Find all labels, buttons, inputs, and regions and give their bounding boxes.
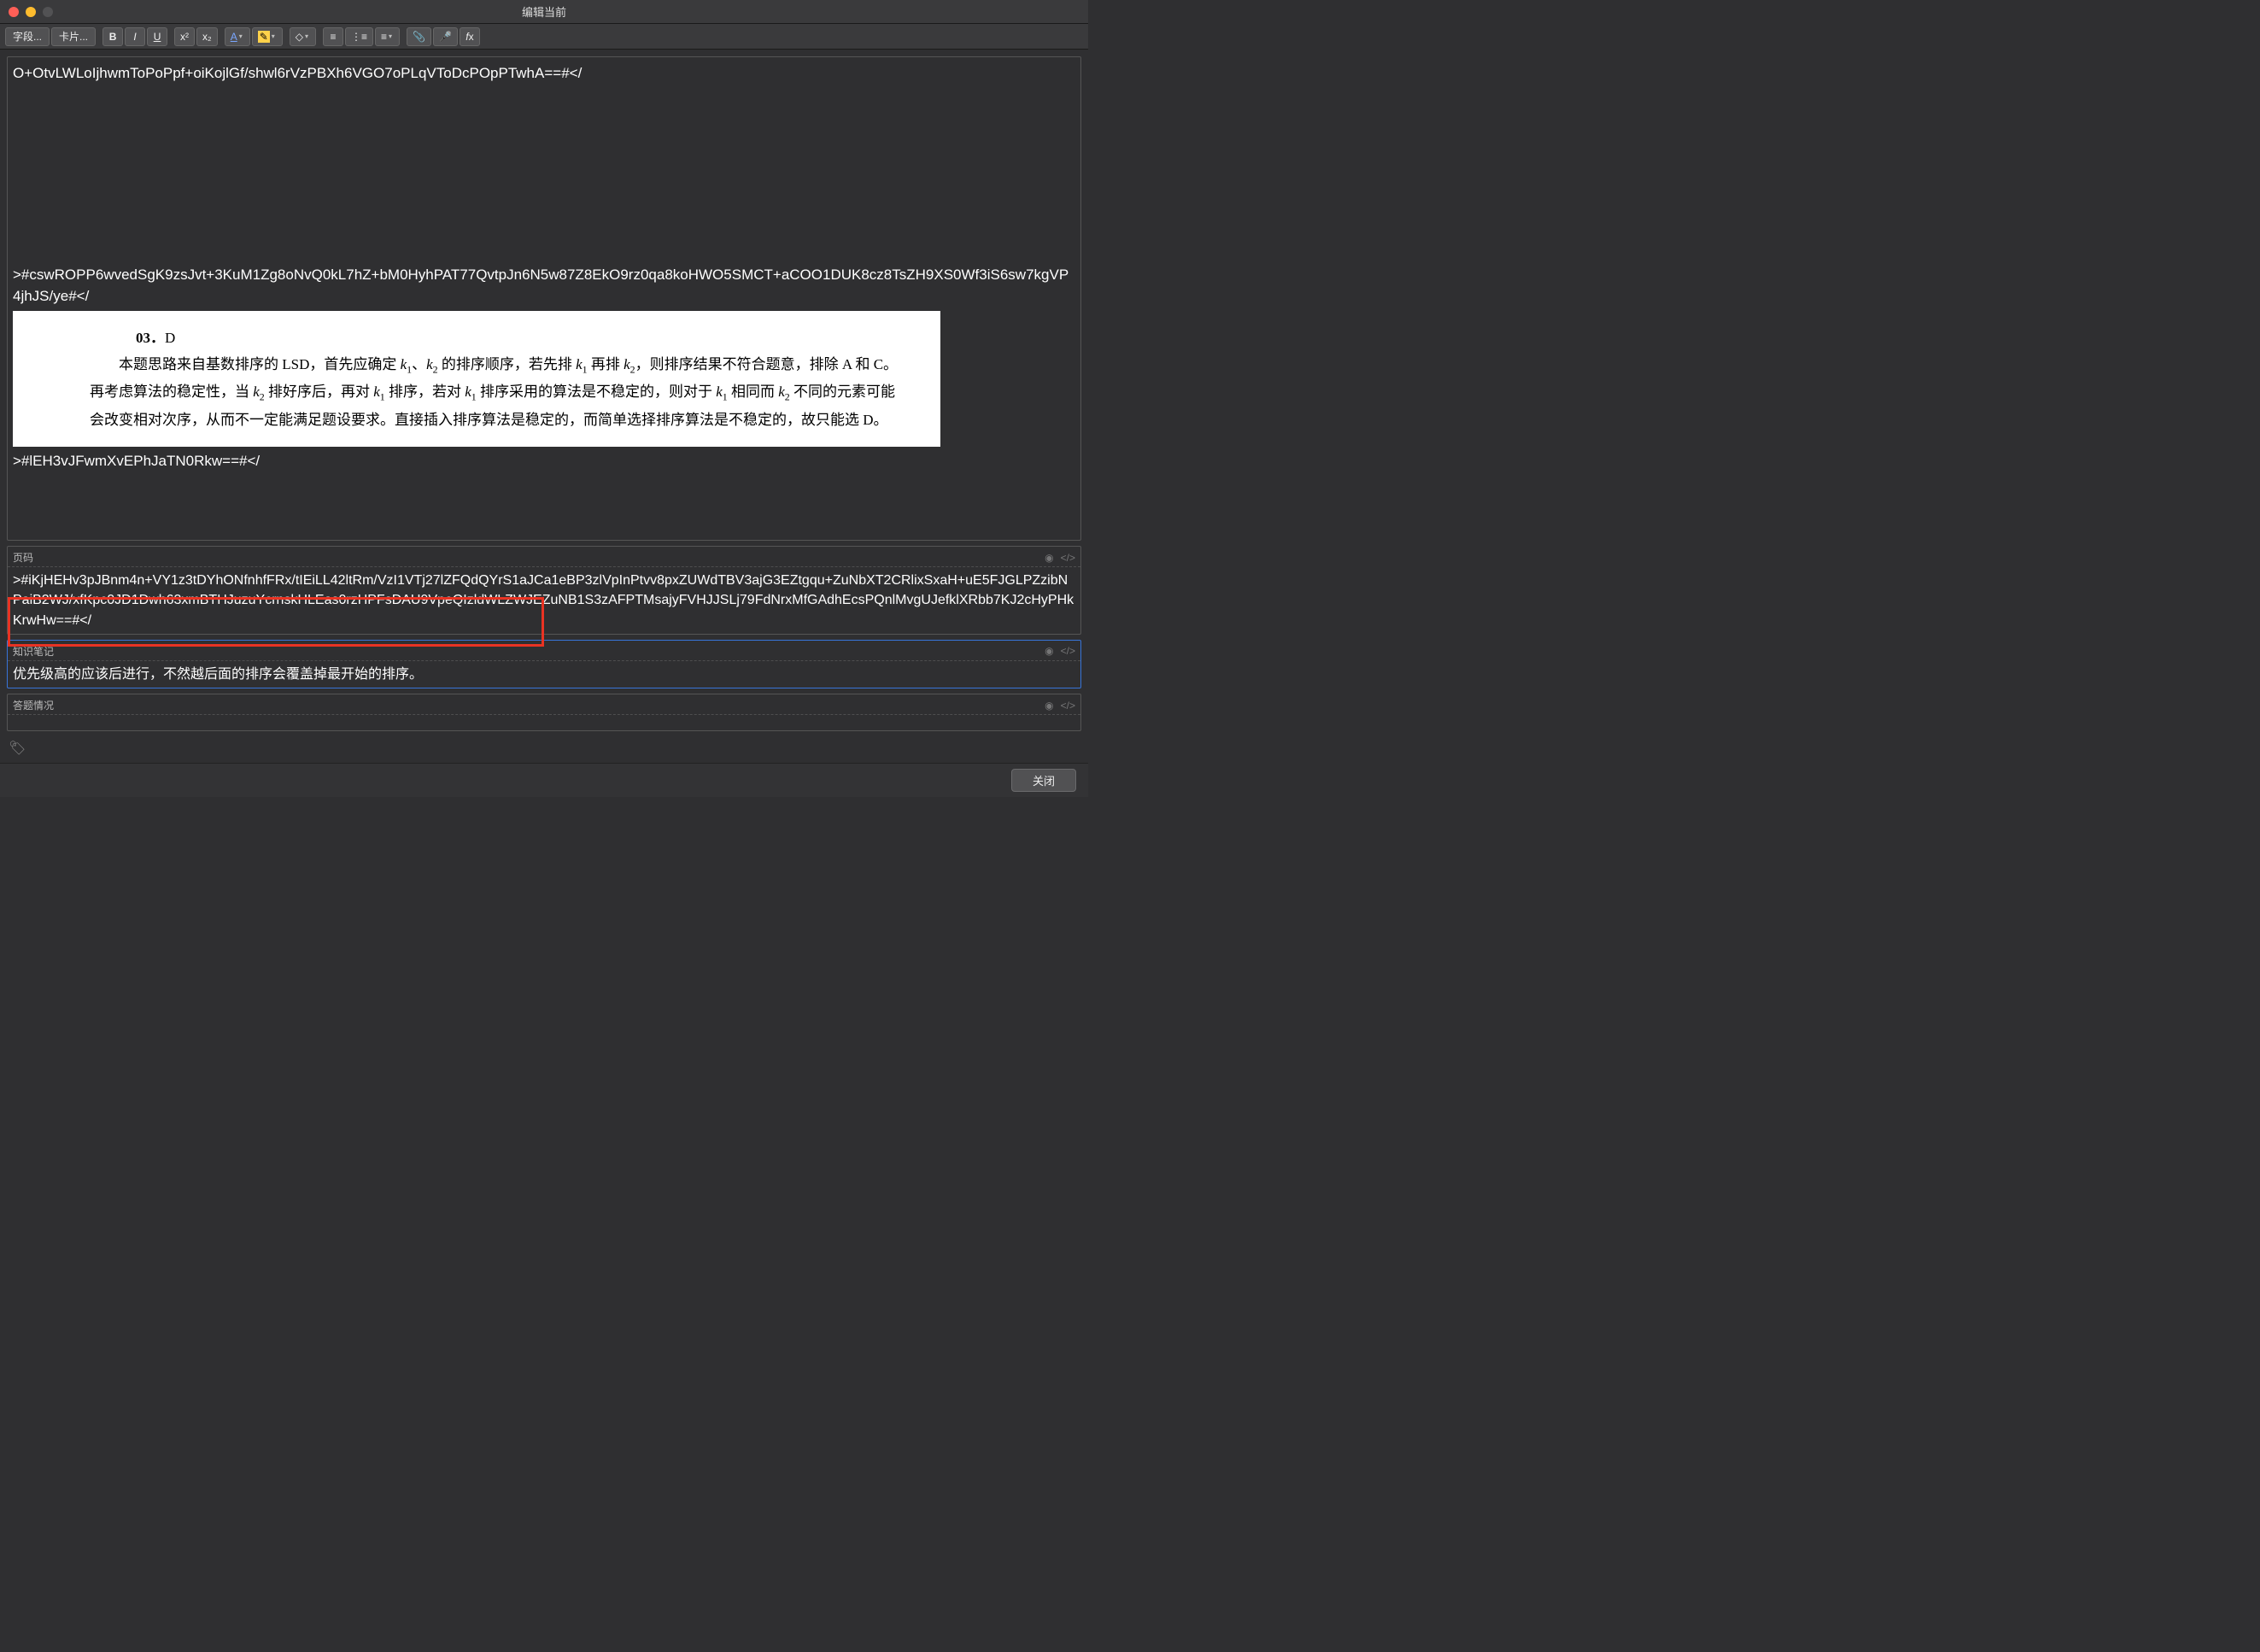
alignment-button[interactable]: ≡▾ <box>375 27 400 46</box>
minimize-window-button[interactable] <box>26 7 36 17</box>
microphone-icon: 🎤 <box>439 31 452 43</box>
content-area: O+OtvLWLoIjhwmToPoPpf+oiKojlGf/shwl6rVzP… <box>0 50 1088 764</box>
highlight-button[interactable]: ✎▾ <box>252 27 283 46</box>
notes-field[interactable]: 知识笔记 ◉ </> 优先级高的应该后进行，不然越后面的排序会覆盖掉最开始的排序… <box>7 640 1081 688</box>
paperclip-icon: 📎 <box>413 31 425 43</box>
numbered-list-icon: ⋮≡ <box>351 31 367 43</box>
hash-block-2: >#lEH3vJFwmXvEPhJaTN0Rkw==#</ <box>13 450 1075 472</box>
superscript-button[interactable]: x² <box>174 27 195 46</box>
underline-button[interactable]: U <box>147 27 167 46</box>
page-number-value[interactable]: >#iKjHEHv3pJBnm4n+VY1z3tDYhONfnhfFRx/tIE… <box>8 567 1080 634</box>
main-field[interactable]: O+OtvLWLoIjhwmToPoPpf+oiKojlGf/shwl6rVzP… <box>7 56 1081 541</box>
fx-icon: fx <box>465 31 473 43</box>
bold-button[interactable]: B <box>102 27 123 46</box>
code-icon[interactable]: </> <box>1061 700 1075 712</box>
question-answer: D <box>165 330 175 346</box>
eye-icon[interactable]: ◉ <box>1045 552 1053 564</box>
maximize-window-button[interactable] <box>43 7 53 17</box>
toolbar: 字段... 卡片... B I U x² x₂ A▾ ✎▾ ◇▾ ≡ ⋮≡ ≡▾… <box>0 24 1088 50</box>
tags-row[interactable]: 🏷 <box>7 736 1081 757</box>
cards-button[interactable]: 卡片... <box>51 27 96 46</box>
page-number-field[interactable]: 页码 ◉ </> >#iKjHEHv3pJBnm4n+VY1z3tDYhONfn… <box>7 546 1081 635</box>
close-window-button[interactable] <box>9 7 19 17</box>
text-color-button[interactable]: A▾ <box>225 27 250 46</box>
notes-label: 知识笔记 <box>13 644 54 659</box>
titlebar: 编辑当前 <box>0 0 1088 24</box>
answer-status-label: 答题情况 <box>13 698 54 712</box>
fields-button[interactable]: 字段... <box>5 27 50 46</box>
hash-block-1: >#cswROPP6wvedSgK9zsJvt+3KuM1Zg8oNvQ0kL7… <box>13 264 1075 308</box>
tag-icon[interactable]: 🏷 <box>9 741 26 756</box>
footer: 关闭 <box>0 763 1088 797</box>
answer-status-field[interactable]: 答题情况 ◉ </> <box>7 694 1081 731</box>
align-icon: ≡ <box>381 31 387 43</box>
ordered-list-button[interactable]: ⋮≡ <box>345 27 373 46</box>
unordered-list-button[interactable]: ≡ <box>323 27 343 46</box>
eye-icon[interactable]: ◉ <box>1045 645 1053 657</box>
truncated-top-line: O+OtvLWLoIjhwmToPoPpf+oiKojlGf/shwl6rVzP… <box>13 62 1075 85</box>
equation-button[interactable]: fx <box>460 27 480 46</box>
code-icon[interactable]: </> <box>1061 645 1075 657</box>
notes-value[interactable]: 优先级高的应该后进行，不然越后面的排序会覆盖掉最开始的排序。 <box>8 661 1080 688</box>
bullet-list-icon: ≡ <box>331 31 337 43</box>
window-title: 编辑当前 <box>522 3 566 20</box>
eraser-button[interactable]: ◇▾ <box>290 27 316 46</box>
subscript-button[interactable]: x₂ <box>196 27 218 46</box>
page-number-label: 页码 <box>13 550 33 565</box>
answer-status-value[interactable] <box>8 715 1080 730</box>
eye-icon[interactable]: ◉ <box>1045 700 1053 712</box>
question-number: 03． <box>136 330 165 346</box>
explanation-image: 03．D 本题思路来自基数排序的 LSD，首先应确定 k1、k2 的排序顺序，若… <box>13 311 940 448</box>
traffic-lights <box>0 7 53 17</box>
eraser-icon: ◇ <box>296 31 303 43</box>
close-button[interactable]: 关闭 <box>1011 769 1076 792</box>
record-button[interactable]: 🎤 <box>433 27 458 46</box>
code-icon[interactable]: </> <box>1061 552 1075 564</box>
attachment-button[interactable]: 📎 <box>407 27 431 46</box>
italic-button[interactable]: I <box>125 27 145 46</box>
